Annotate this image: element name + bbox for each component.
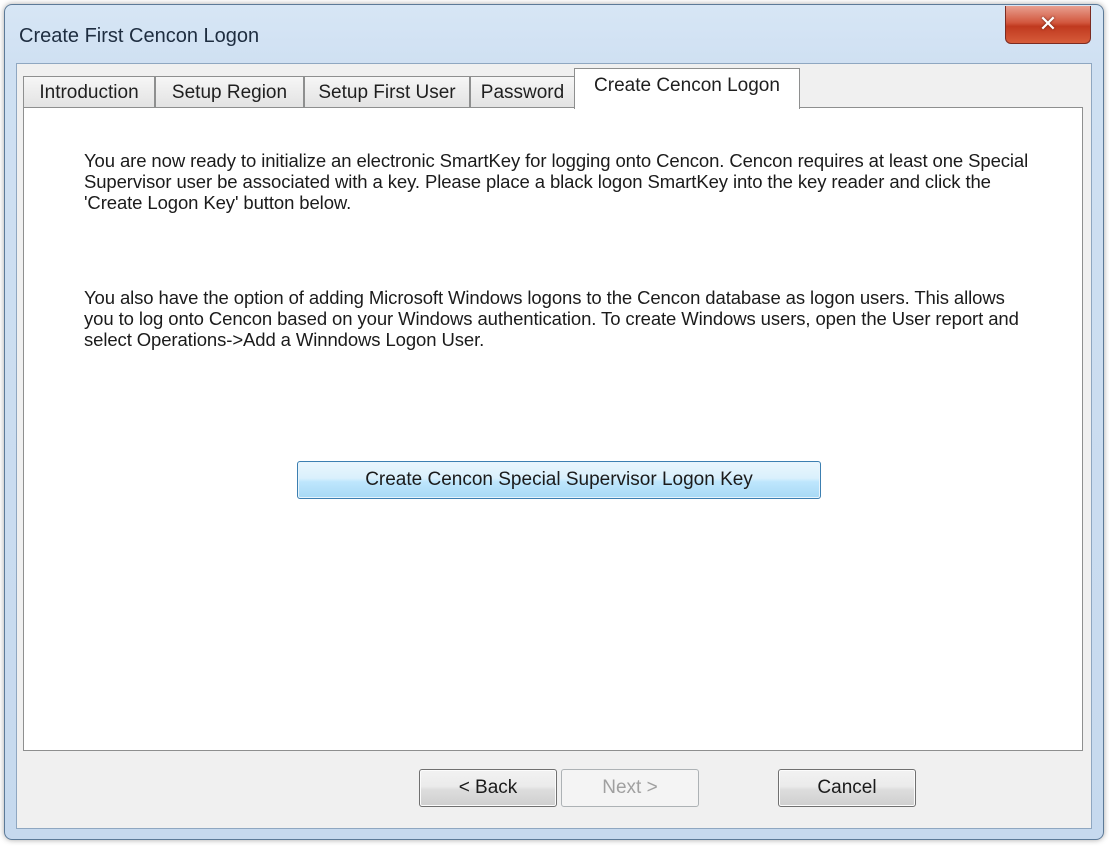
cancel-button[interactable]: Cancel (778, 769, 916, 807)
windows-logon-paragraph: You also have the option of adding Micro… (84, 287, 1019, 350)
window-title: Create First Cencon Logon (19, 25, 260, 47)
dialog-window: Create First Cencon Logon ✕ Introduction… (4, 4, 1104, 840)
tab-panel: You are now ready to initialize an elect… (23, 107, 1083, 751)
close-button[interactable]: ✕ (1005, 6, 1091, 44)
dialog-client-area: Introduction Setup Region Setup First Us… (16, 63, 1092, 829)
tab-setup-region[interactable]: Setup Region (155, 76, 304, 108)
tab-strip: Introduction Setup Region Setup First Us… (23, 68, 1083, 109)
tab-password[interactable]: Password (470, 76, 575, 108)
instructions-paragraph: You are now ready to initialize an elect… (84, 150, 1029, 213)
tab-setup-first-user[interactable]: Setup First User (304, 76, 470, 108)
create-logon-key-button[interactable]: Create Cencon Special Supervisor Logon K… (297, 461, 821, 499)
button-bar: < Back Next > Cancel (17, 751, 1093, 829)
title-bar[interactable]: Create First Cencon Logon ✕ (5, 5, 1103, 63)
close-icon: ✕ (1038, 11, 1058, 37)
tab-introduction[interactable]: Introduction (23, 76, 155, 108)
tab-create-cencon-logon[interactable]: Create Cencon Logon (574, 68, 800, 109)
next-button[interactable]: Next > (561, 769, 699, 807)
back-button[interactable]: < Back (419, 769, 557, 807)
